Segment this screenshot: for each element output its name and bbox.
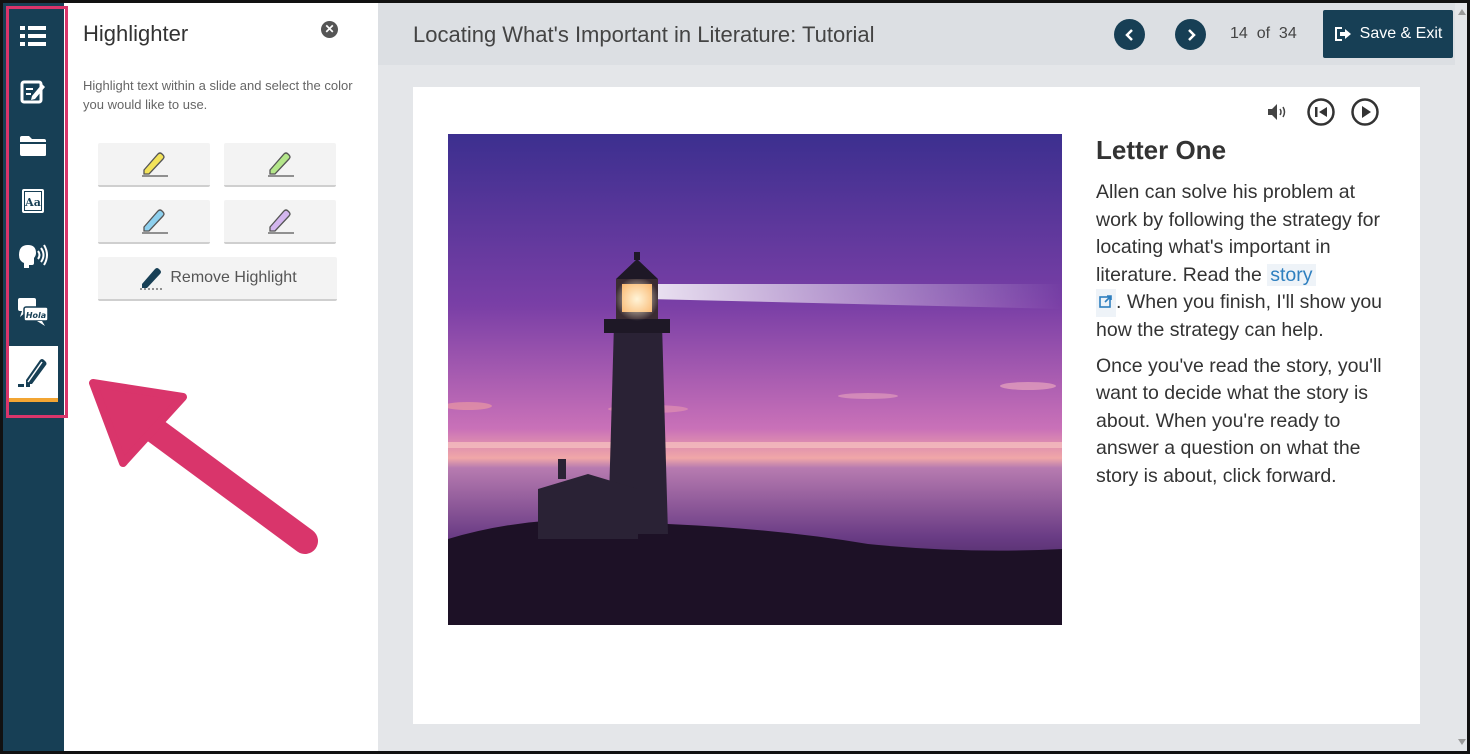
translate-icon[interactable]: Hola: [8, 286, 58, 336]
remove-highlight-label: Remove Highlight: [170, 269, 297, 286]
scroll-down-icon[interactable]: [1458, 739, 1466, 745]
external-link-icon[interactable]: [1096, 289, 1116, 317]
lighthouse-image: [448, 134, 1062, 625]
highlighter-pen-icon: [268, 209, 294, 234]
chevron-left-icon: [1124, 28, 1133, 41]
save-exit-label: Save & Exit: [1359, 25, 1443, 42]
panel-description: Highlight text within a slide and select…: [83, 78, 353, 112]
panel-title: Highlighter: [83, 21, 189, 46]
svg-text:Hola: Hola: [26, 311, 46, 320]
highlighter-pen-icon: [142, 152, 168, 177]
tool-rail: Aa Hola: [3, 3, 64, 751]
highlighter-pen-icon: [268, 152, 294, 177]
letter-body: Allen can solve his problem at work by f…: [1096, 179, 1392, 499]
next-button[interactable]: [1175, 19, 1206, 50]
svg-text:Aa: Aa: [24, 196, 41, 209]
eraser-pen-icon: [140, 268, 163, 290]
scroll-up-icon[interactable]: [1458, 9, 1466, 15]
restart-icon[interactable]: [1306, 97, 1336, 127]
save-exit-button[interactable]: Save & Exit: [1323, 10, 1453, 58]
slide-card: Letter One Allen can solve his problem a…: [413, 87, 1420, 724]
previous-button[interactable]: [1114, 19, 1145, 50]
media-controls: [1266, 97, 1380, 127]
app-window: Aa Hola Highlighter ✕ Highlight text wit…: [0, 0, 1470, 754]
page-counter: 14 of 34: [1230, 25, 1297, 42]
highlight-blue-button[interactable]: [98, 200, 210, 244]
paragraph-1: Allen can solve his problem at work by f…: [1096, 181, 1383, 341]
annotation-arrow: [89, 379, 318, 554]
highlight-yellow-button[interactable]: [98, 143, 210, 187]
highlight-purple-button[interactable]: [224, 200, 336, 244]
close-icon[interactable]: ✕: [321, 21, 338, 38]
dictionary-icon[interactable]: Aa: [8, 176, 58, 226]
play-icon[interactable]: [1350, 97, 1380, 127]
highlighter-icon[interactable]: [8, 346, 58, 402]
scrollbar[interactable]: [1455, 3, 1467, 751]
text-to-speech-icon[interactable]: [8, 231, 58, 281]
remove-highlight-button[interactable]: Remove Highlight: [98, 257, 337, 301]
list-icon[interactable]: [8, 11, 58, 61]
chevron-right-icon: [1187, 28, 1196, 41]
notes-icon[interactable]: [8, 66, 58, 116]
highlight-green-button[interactable]: [224, 143, 336, 187]
highlighter-pen-icon: [142, 209, 168, 234]
letter-heading: Letter One: [1096, 135, 1227, 165]
lesson-title: Locating What's Important in Literature:…: [413, 22, 875, 47]
volume-icon[interactable]: [1266, 102, 1292, 122]
story-link[interactable]: story: [1267, 263, 1316, 286]
lesson-header: Locating What's Important in Literature:…: [378, 3, 1467, 65]
paragraph-2: Once you've read the story, you'll want …: [1096, 354, 1382, 487]
exit-icon: [1334, 27, 1351, 41]
folder-icon[interactable]: [8, 121, 58, 171]
